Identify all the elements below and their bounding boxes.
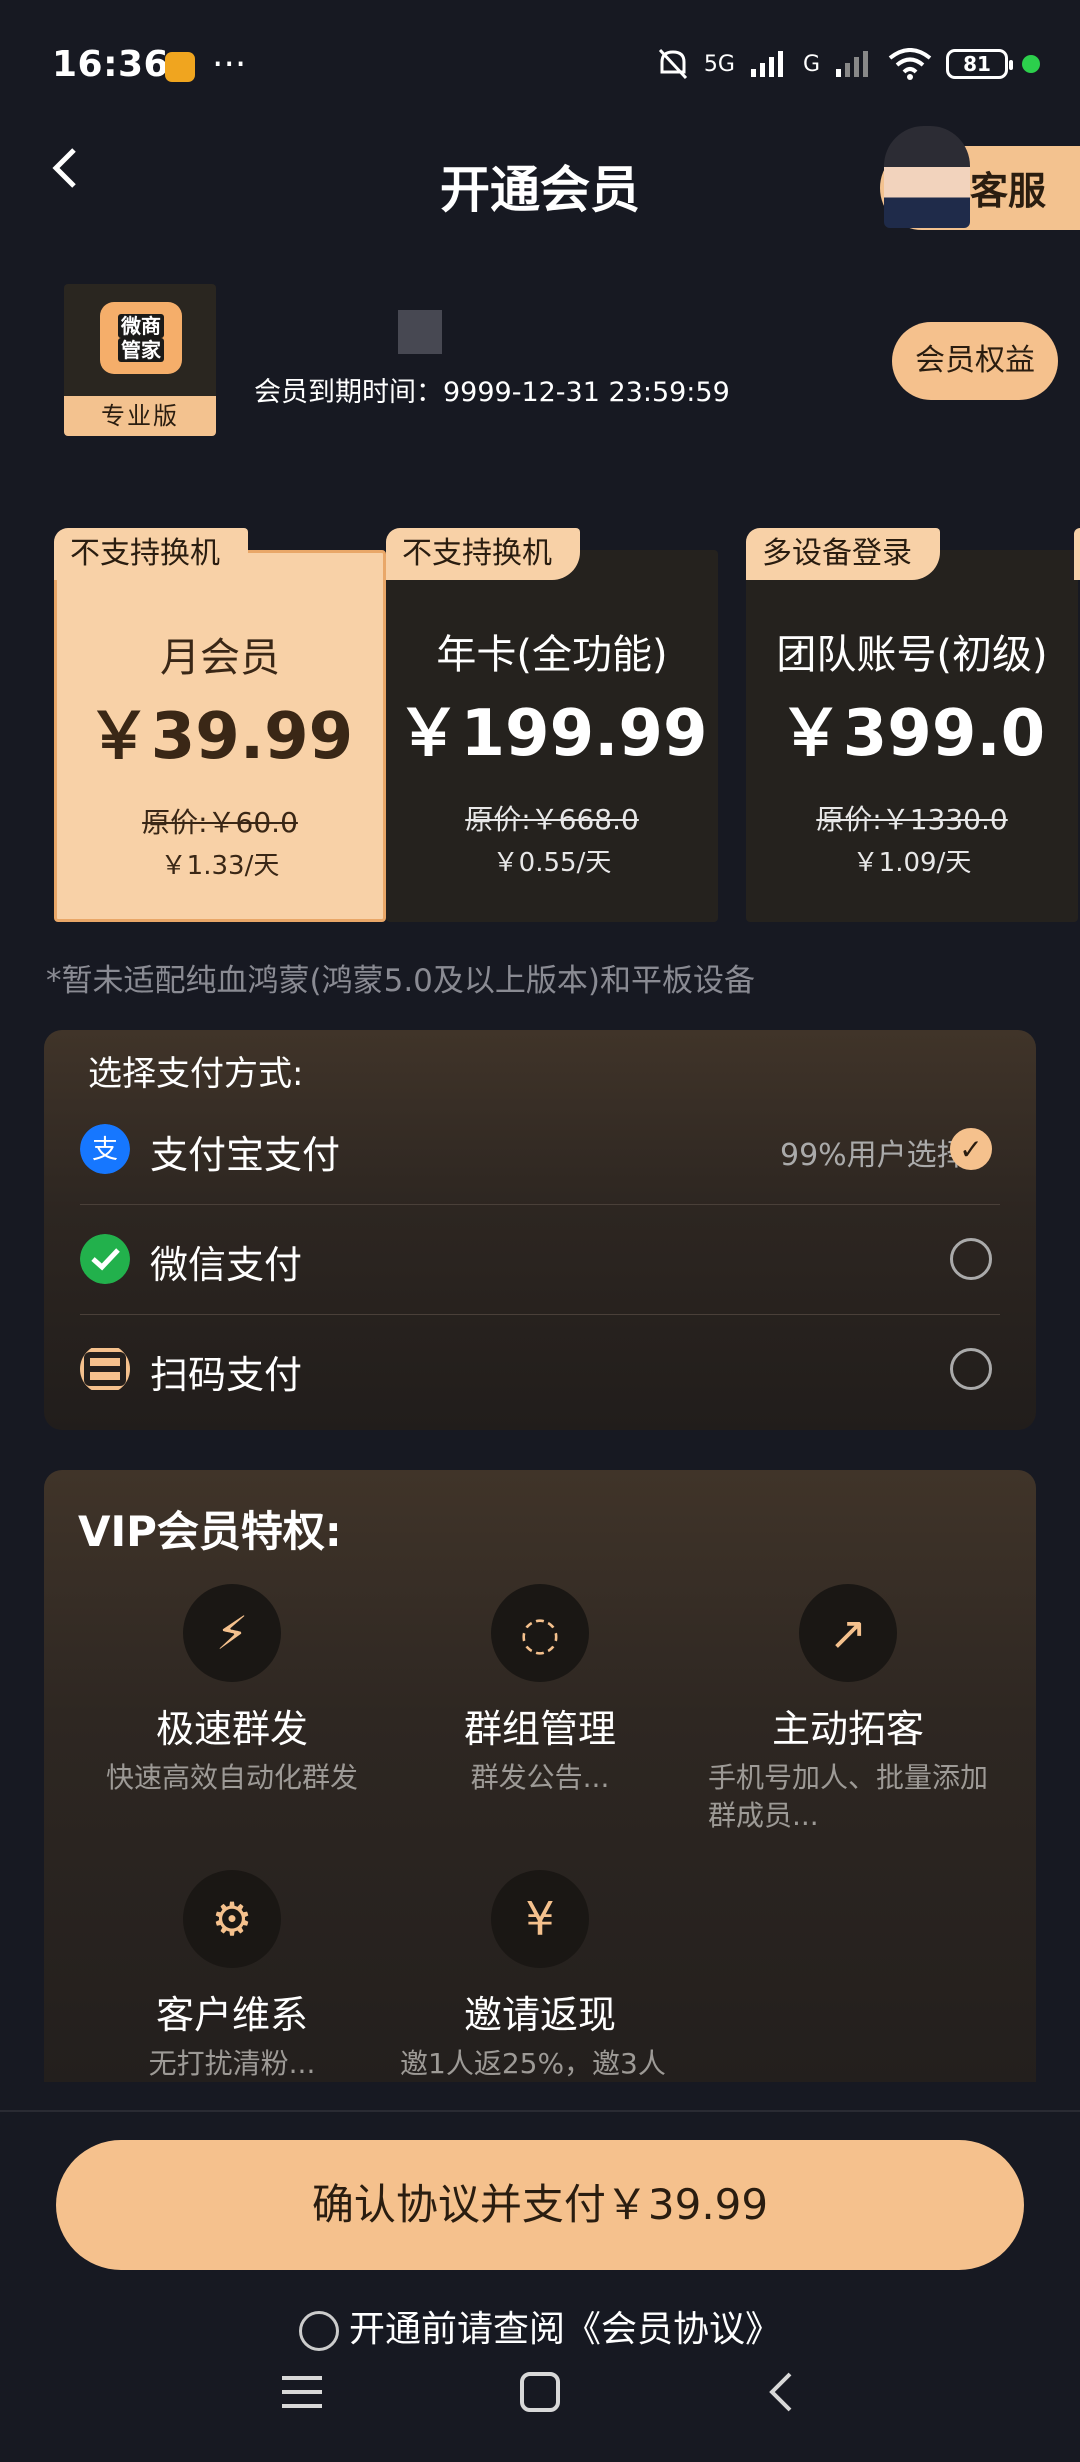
svg-text:支: 支 <box>92 1135 118 1165</box>
app-logo: 微商 管家 专业版 <box>64 284 216 436</box>
payment-hint: 99%用户选择 <box>780 1138 967 1173</box>
user-gear-icon: ⚙ <box>183 1870 281 1968</box>
plan-name: 团队账号(初级) <box>776 632 1048 678</box>
notification-app-icon <box>165 52 195 82</box>
plan-tag: 不支持换机 <box>386 528 580 580</box>
plan-tag: 不支持换机 <box>54 528 248 580</box>
group-icon: ◌ <box>491 1584 589 1682</box>
menu-icon[interactable] <box>280 2370 324 2414</box>
payment-label: 微信支付 <box>150 1243 303 1287</box>
customer-service-label[interactable]: 客服 <box>970 160 1046 215</box>
wifi-icon <box>888 48 932 80</box>
status-indicators: 5G G 81 <box>656 46 1040 82</box>
plan-card-monthly[interactable]: 月会员 ￥39.99 原价:￥60.0 ￥1.33/天 <box>54 550 386 922</box>
feature-desc: 邀1人返25%，邀3人会员费全返 <box>400 2047 666 2080</box>
battery-icon: 81 <box>946 49 1013 79</box>
lightning-icon: ⚡ <box>183 1584 281 1682</box>
plan-price: ￥199.99 <box>396 697 708 771</box>
alipay-icon: 支 <box>80 1124 130 1174</box>
plan-name: 年卡(全功能) <box>436 632 668 678</box>
plan-per-day: ￥1.09/天 <box>852 848 972 878</box>
status-time: 16:36 <box>52 44 170 85</box>
signal-icon <box>750 51 783 77</box>
plan-tag: 多设备登录 <box>746 528 940 580</box>
agreement-text[interactable]: 开通前请查阅《会员协议》 <box>349 2309 781 2350</box>
feature-name: 极速群发 <box>155 1707 308 1751</box>
status-bar: 16:36 ··· 5G G 81 <box>0 0 1080 130</box>
feature-item: ¥ 邀请返现 邀1人返25%，邀3人会员费全返 <box>390 1870 690 2082</box>
back-nav-icon[interactable] <box>760 2370 804 2414</box>
logo-bubble: 微商 管家 <box>100 302 182 374</box>
payment-radio[interactable] <box>950 1348 992 1390</box>
customer-service-avatar[interactable] <box>884 126 970 228</box>
feature-name: 群组管理 <box>463 1707 616 1751</box>
feature-name: 主动拓客 <box>771 1707 924 1751</box>
feature-item: ◌ 群组管理 群发公告... <box>390 1584 690 1797</box>
confirm-pay-button[interactable]: 确认协议并支付￥39.99 <box>56 2140 1024 2270</box>
feature-item: ⚙ 客户维系 无打扰清粉... <box>82 1870 382 2082</box>
logo-text-2: 管家 <box>118 338 164 362</box>
feature-desc: 群发公告... <box>470 1761 610 1794</box>
agreement-row[interactable]: 开通前请查阅《会员协议》 <box>0 2300 1080 2352</box>
wechat-pay-icon <box>80 1234 130 1284</box>
payment-radio[interactable] <box>950 1238 992 1280</box>
plan-per-day: ￥0.55/天 <box>492 848 612 878</box>
cashback-icon: ¥ <box>491 1870 589 1968</box>
plan-price: ￥399.0 <box>778 697 1046 771</box>
member-rights-button[interactable]: 会员权益 <box>892 322 1058 400</box>
logo-text-1: 微商 <box>118 314 164 338</box>
payment-option-scan[interactable]: 扫码支付 <box>80 1316 1000 1424</box>
plan-per-day: ￥1.33/天 <box>160 851 280 881</box>
payment-label: 扫码支付 <box>150 1353 303 1397</box>
mute-bell-icon <box>658 48 687 80</box>
payment-title: 选择支付方式: <box>88 1054 304 1094</box>
plan-price: ￥39.99 <box>86 700 354 774</box>
payment-panel: 选择支付方式: 支 支付宝支付 99%用户选择 ✓ 微信支付 扫码支付 <box>44 1030 1036 1430</box>
payment-label: 支付宝支付 <box>150 1133 341 1177</box>
plan-original-price: 原价:￥60.0 <box>142 806 298 839</box>
feature-name: 邀请返现 <box>463 1993 616 2037</box>
scan-icon <box>80 1348 130 1390</box>
signal-icon-2 <box>836 51 868 77</box>
payment-radio-checked[interactable]: ✓ <box>950 1128 992 1170</box>
plan-card-yearly[interactable]: 年卡(全功能) ￥199.99 原价:￥668.0 ￥0.55/天 <box>386 550 718 922</box>
trend-icon: ↗ <box>799 1584 897 1682</box>
home-icon[interactable] <box>518 2370 562 2414</box>
feature-desc: 无打扰清粉... <box>148 2047 316 2080</box>
expire-text: 会员到期时间：9999-12-31 23:59:59 <box>254 377 730 408</box>
feature-desc: 快速高效自动化群发 <box>105 1761 358 1794</box>
feature-item: ⚡ 极速群发 快速高效自动化群发 <box>82 1584 382 1797</box>
next-plan-card-edge[interactable] <box>1074 528 1080 580</box>
logo-edition: 专业版 <box>64 396 216 436</box>
feature-name: 客户维系 <box>155 1993 308 2037</box>
user-name-placeholder <box>398 310 442 354</box>
agreement-checkbox[interactable] <box>298 2311 339 2351</box>
battery-level: 81 <box>963 52 991 76</box>
compat-note: *暂未适配纯血鸿蒙(鸿蒙5.0及以上版本)和平板设备 <box>46 963 755 999</box>
feature-desc: 手机号加人、批量添加群成员... <box>708 1761 989 1832</box>
plan-original-price: 原价:￥668.0 <box>465 803 639 836</box>
vip-privileges-panel: VIP会员特权: ⚡ 极速群发 快速高效自动化群发 ◌ 群组管理 群发公告...… <box>44 1470 1036 2082</box>
plan-name: 月会员 <box>160 635 280 681</box>
privacy-indicator-icon <box>1022 55 1040 73</box>
feature-item: ↗ 主动拓客 手机号加人、批量添加群成员... <box>698 1584 998 1835</box>
network-type-label: 5G <box>703 51 735 77</box>
vip-title: VIP会员特权: <box>78 1507 342 1556</box>
more-notifications-icon: ··· <box>212 44 247 85</box>
plan-original-price: 原价:￥1330.0 <box>816 803 1008 836</box>
payment-option-alipay[interactable]: 支 支付宝支付 99%用户选择 ✓ <box>80 1096 1000 1205</box>
network-type-label-2: G <box>802 51 820 77</box>
system-nav-bar <box>0 2370 1080 2450</box>
plan-card-team[interactable]: 团队账号(初级) ￥399.0 原价:￥1330.0 ￥1.09/天 <box>746 550 1078 922</box>
payment-option-wechat[interactable]: 微信支付 <box>80 1206 1000 1315</box>
